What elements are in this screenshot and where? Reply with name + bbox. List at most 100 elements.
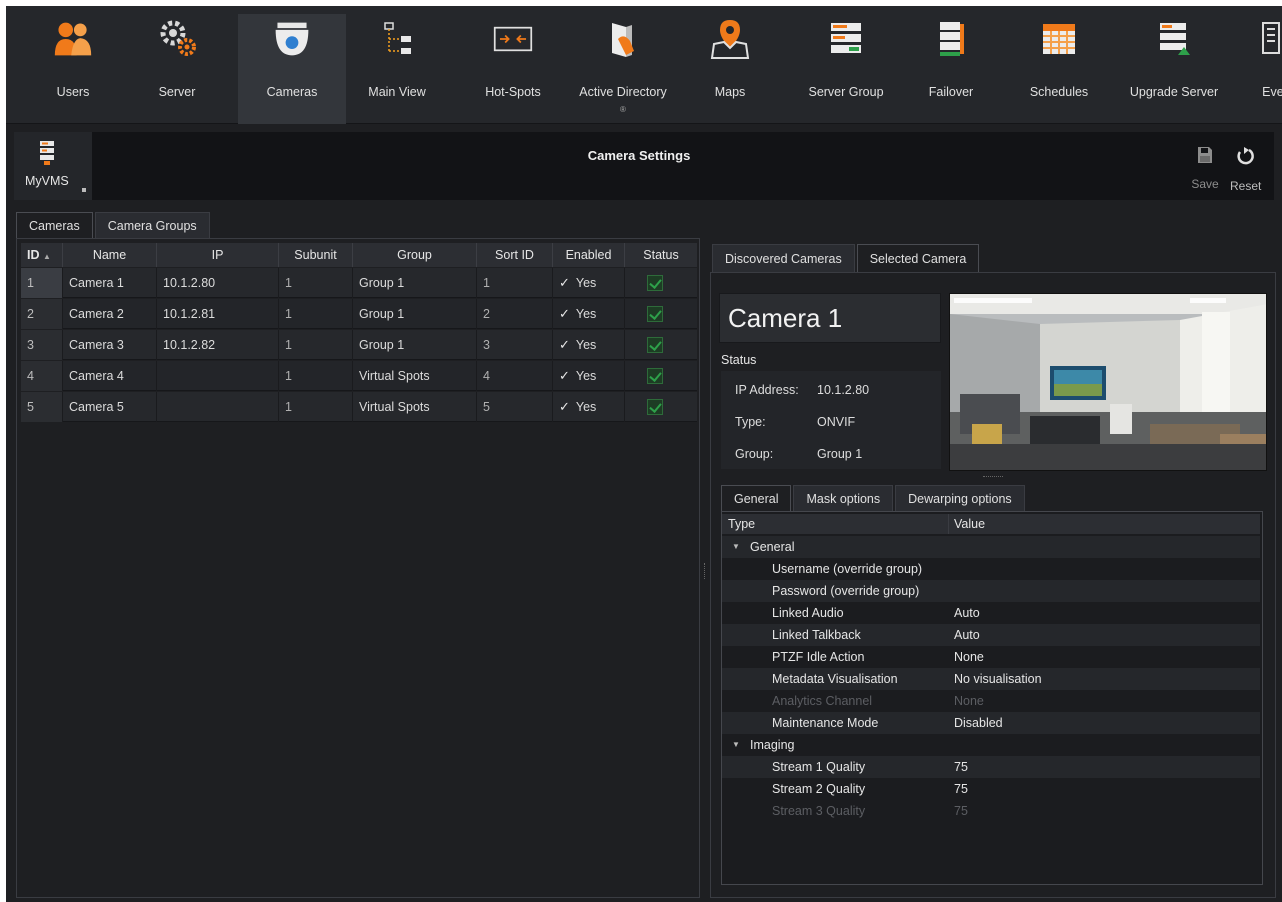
tab-camera-groups[interactable]: Camera Groups <box>94 212 210 238</box>
save-button[interactable]: Save <box>1190 146 1220 191</box>
property-grid: Type Value ▼ General Username (override … <box>721 511 1263 885</box>
panel-splitter[interactable] <box>703 238 707 898</box>
cell-group: Group 1 <box>353 268 477 298</box>
table-row[interactable]: 4 Camera 4 1 Virtual Spots 4 ✓ Yes <box>21 361 697 391</box>
status-heading: Status <box>721 353 757 367</box>
cell-enabled[interactable]: ✓ Yes <box>553 361 625 391</box>
property-row[interactable]: Linked Audio Auto <box>722 602 1260 624</box>
events-icon <box>1248 16 1282 62</box>
property-row[interactable]: Password (override group) <box>722 580 1260 602</box>
column-header-sort-id[interactable]: Sort ID <box>477 243 553 267</box>
table-row[interactable]: 2 Camera 2 10.1.2.81 1 Group 1 2 ✓ Yes <box>21 299 697 329</box>
tab-mask-options[interactable]: Mask options <box>793 485 894 511</box>
cell-name: Camera 1 <box>63 268 157 298</box>
status-ok-icon <box>647 337 663 353</box>
column-header-group[interactable]: Group <box>353 243 477 267</box>
column-header-enabled[interactable]: Enabled <box>553 243 625 267</box>
server-selector[interactable]: MyVMS <box>14 132 92 200</box>
save-label: Save <box>1191 177 1219 191</box>
main-toolbar: Users Server Cameras Main View Hot-Spots <box>6 6 1282 124</box>
cell-subunit: 1 <box>279 268 353 298</box>
toolbar-label: Maps <box>714 85 746 99</box>
resize-grip-icon[interactable] <box>983 476 1003 478</box>
toolbar-hot-spots[interactable]: Hot-Spots <box>472 14 554 124</box>
property-row[interactable]: Maintenance Mode Disabled <box>722 712 1260 734</box>
property-group-imaging[interactable]: ▼ Imaging <box>722 734 1260 756</box>
cell-id: 2 <box>21 299 63 329</box>
toolbar-upgrade-server[interactable]: Upgrade Server <box>1124 14 1224 124</box>
property-row[interactable]: Username (override group) <box>722 558 1260 580</box>
toolbar-active-directory[interactable]: Active Directory ® <box>568 14 678 124</box>
users-icon <box>53 16 93 62</box>
tab-dewarping-options[interactable]: Dewarping options <box>895 485 1025 511</box>
toolbar-schedules[interactable]: Schedules <box>1018 14 1100 124</box>
toolbar-label: Schedules <box>1029 85 1089 99</box>
collapse-arrow-icon[interactable]: ▼ <box>732 734 740 756</box>
column-header-ip[interactable]: IP <box>157 243 279 267</box>
save-icon <box>1198 147 1212 163</box>
toolbar-server-group[interactable]: Server Group <box>796 14 896 124</box>
cell-subunit: 1 <box>279 330 353 360</box>
cell-enabled[interactable]: ✓ Yes <box>553 330 625 360</box>
column-header-type[interactable]: Type <box>728 514 755 534</box>
toolbar-main-view[interactable]: Main View <box>356 14 438 124</box>
cell-id: 1 <box>21 268 63 298</box>
type-row: Type: ONVIF <box>735 415 856 429</box>
status-details: IP Address: 10.1.2.80 Type: ONVIF Group: Gr… <box>721 371 941 469</box>
vms-admin-window: Users Server Cameras Main View Hot-Spots <box>6 6 1282 902</box>
hot-spots-icon <box>493 16 533 62</box>
cell-sort-id: 4 <box>477 361 553 391</box>
property-row[interactable]: Metadata Visualisation No visualisation <box>722 668 1260 690</box>
table-row[interactable]: 1 Camera 1 10.1.2.80 1 Group 1 1 ✓ Yes <box>21 268 697 298</box>
property-row[interactable]: Stream 2 Quality 75 <box>722 778 1260 800</box>
column-header-status[interactable]: Status <box>625 243 697 267</box>
property-group-general[interactable]: ▼ General <box>722 536 1260 558</box>
toolbar-maps[interactable]: Maps <box>694 14 766 124</box>
cell-enabled[interactable]: ✓ Yes <box>553 268 625 298</box>
toolbar-server[interactable]: Server <box>136 14 218 124</box>
cell-group: Group 1 <box>353 299 477 329</box>
check-icon: ✓ <box>559 275 570 290</box>
column-header-subunit[interactable]: Subunit <box>279 243 353 267</box>
column-header-id[interactable]: ID ▲ <box>21 243 63 267</box>
cell-enabled[interactable]: ✓ Yes <box>553 392 625 422</box>
server-group-icon <box>826 16 866 62</box>
table-row[interactable]: 5 Camera 5 1 Virtual Spots 5 ✓ Yes <box>21 392 697 422</box>
status-ok-icon <box>647 399 663 415</box>
table-row[interactable]: 3 Camera 3 10.1.2.82 1 Group 1 3 ✓ Yes <box>21 330 697 360</box>
property-row[interactable]: Linked Talkback Auto <box>722 624 1260 646</box>
column-header-value[interactable]: Value <box>954 514 985 534</box>
property-row-disabled: Analytics Channel None <box>772 694 984 708</box>
cell-id: 4 <box>21 361 63 391</box>
toolbar-users[interactable]: Users <box>32 14 114 124</box>
toolbar-failover[interactable]: Failover <box>910 14 992 124</box>
camera-name-heading: Camera 1 <box>719 293 941 343</box>
tab-cameras[interactable]: Cameras <box>16 212 93 238</box>
property-grid-header: Type Value <box>722 514 1260 534</box>
toolbar-label: Server Group <box>808 85 884 99</box>
toolbar-label: Main View <box>368 85 426 99</box>
toolbar-label: Failover <box>928 85 974 99</box>
camera-list-panel: ID ▲ Name IP Subunit Group Sort ID Enabl… <box>16 238 700 898</box>
cell-ip: 10.1.2.81 <box>157 299 279 329</box>
property-row[interactable]: Stream 1 Quality 75 <box>722 756 1260 778</box>
failover-icon <box>931 16 971 62</box>
column-header-name[interactable]: Name <box>63 243 157 267</box>
splitter-grip-icon <box>704 563 706 579</box>
dropdown-caret-icon <box>82 188 86 192</box>
toolbar-cameras[interactable]: Cameras <box>238 14 346 124</box>
upgrade-server-icon <box>1154 16 1194 62</box>
cell-enabled[interactable]: ✓ Yes <box>553 299 625 329</box>
settings-header: MyVMS Camera Settings Save Reset <box>14 132 1274 200</box>
tab-general[interactable]: General <box>721 485 792 511</box>
schedules-icon <box>1039 16 1079 62</box>
toolbar-events[interactable]: Ever <box>1248 14 1282 124</box>
cell-id: 5 <box>21 392 63 422</box>
collapse-arrow-icon[interactable]: ▼ <box>732 536 740 558</box>
toolbar-label: Server <box>158 85 196 99</box>
tab-discovered-cameras[interactable]: Discovered Cameras <box>712 244 855 272</box>
property-row[interactable]: PTZF Idle Action None <box>722 646 1260 668</box>
reset-button[interactable]: Reset <box>1230 146 1261 193</box>
tab-selected-camera[interactable]: Selected Camera <box>856 244 980 272</box>
cell-group: Virtual Spots <box>353 392 477 422</box>
